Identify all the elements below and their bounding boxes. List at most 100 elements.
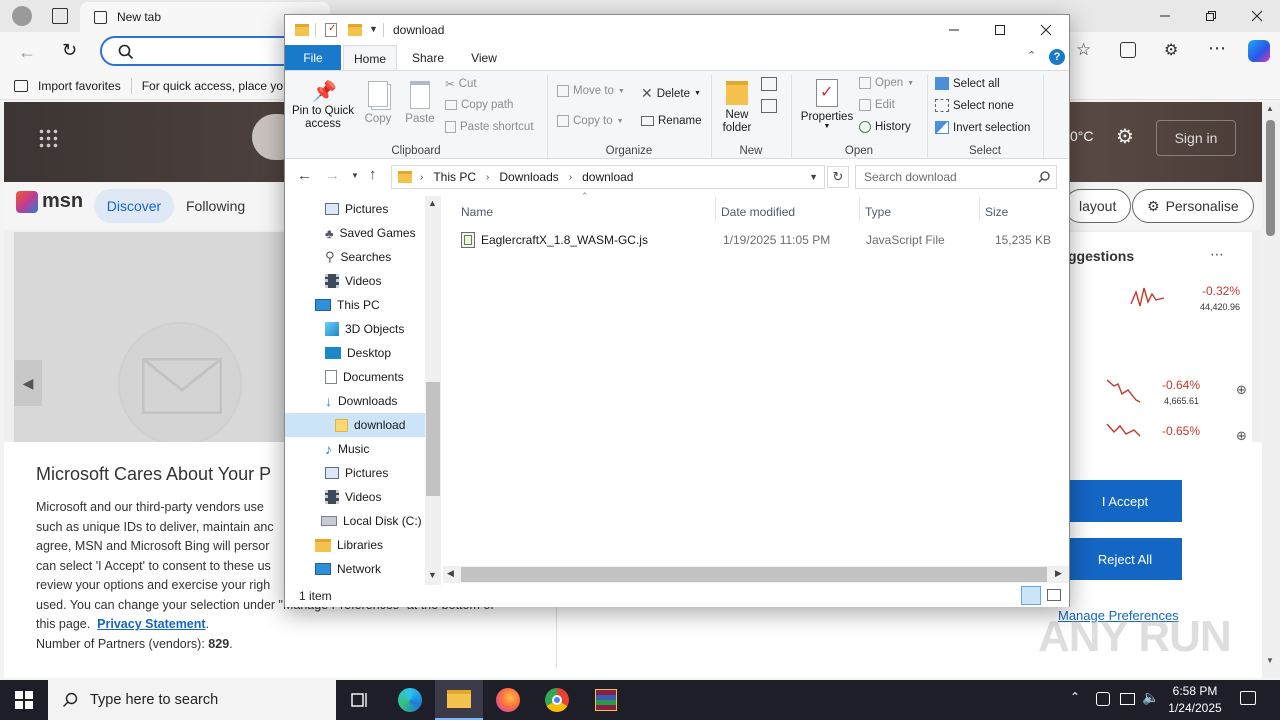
nav-item-videos[interactable]: Videos	[325, 269, 381, 293]
scroll-thumb[interactable]	[426, 382, 440, 496]
reject-all-button[interactable]: Reject All	[1068, 538, 1182, 580]
clock[interactable]: 6:58 PM 1/24/2025	[1162, 683, 1228, 717]
copy-to-button[interactable]: Copy to ▼	[557, 115, 624, 127]
delete-button[interactable]: ✕ Delete ▼	[641, 85, 701, 102]
invert-selection-button[interactable]: Invert selection	[935, 121, 1030, 134]
volume-icon[interactable]: 🔈	[1142, 689, 1159, 706]
new-folder-button[interactable]: New folder	[719, 79, 755, 141]
winrar-taskbar-icon[interactable]	[582, 680, 630, 720]
refresh-icon[interactable]: ↻	[62, 40, 77, 61]
breadcrumb-download[interactable]: download	[582, 170, 633, 184]
tab-share[interactable]: Share	[401, 45, 455, 70]
tab-view[interactable]: View	[457, 45, 511, 70]
refresh-icon[interactable]: ↻	[827, 166, 849, 188]
edit-button[interactable]: Edit	[859, 99, 895, 111]
following-tab[interactable]: Following	[186, 198, 245, 214]
scroll-thumb[interactable]	[461, 567, 1047, 582]
extensions-icon[interactable]: ⚙	[1164, 40, 1178, 60]
maximize-icon[interactable]	[977, 15, 1023, 45]
scroll-up-icon[interactable]: ▲	[1266, 104, 1274, 113]
collapse-ribbon-icon[interactable]: ⌃	[1027, 49, 1036, 62]
recent-locations-icon[interactable]: ▼	[351, 171, 359, 180]
firefox-taskbar-icon[interactable]	[484, 680, 532, 720]
task-view-icon[interactable]	[336, 680, 384, 720]
rename-button[interactable]: Rename	[641, 115, 701, 127]
stock-row[interactable]: -0.32% 44,420.96	[1126, 282, 1246, 318]
column-type[interactable]: Type	[865, 200, 975, 224]
column-name[interactable]: Name	[461, 200, 711, 224]
address-path[interactable]: › This PC › Downloads › download ▼	[391, 165, 825, 189]
properties-button[interactable]: ✓ Properties ▼	[799, 79, 855, 141]
file-explorer-taskbar-icon[interactable]	[435, 680, 483, 720]
favorites-star-icon[interactable]: ☆	[1076, 40, 1091, 60]
nav-item-libraries[interactable]: Libraries	[315, 533, 383, 557]
nav-item-downloads[interactable]: ↓ Downloads	[325, 389, 397, 413]
accept-button[interactable]: I Accept	[1068, 480, 1182, 522]
scroll-left-icon[interactable]: ◀	[447, 568, 454, 579]
scroll-right-icon[interactable]: ▶	[1055, 568, 1062, 579]
settings-icon[interactable]: ⚙	[1116, 124, 1134, 149]
network-tray-icon[interactable]	[1120, 693, 1135, 705]
column-size[interactable]: Size	[985, 200, 1055, 224]
suggestions-more-icon[interactable]: ⋯	[1210, 246, 1224, 263]
nav-item-network[interactable]: Network	[315, 557, 381, 581]
file-list-hscrollbar[interactable]: ◀ ▶	[443, 566, 1069, 583]
sign-in-button[interactable]: Sign in	[1156, 120, 1236, 156]
taskbar-search[interactable]: Type here to search	[48, 680, 336, 720]
column-divider[interactable]	[979, 197, 980, 221]
path-dropdown-icon[interactable]: ▼	[809, 172, 818, 182]
stock-row[interactable]: -0.65% ⊕	[1102, 420, 1252, 443]
minimize-icon[interactable]	[931, 15, 977, 45]
table-row[interactable]: EaglercraftX_1.8_WASM-GC.js 1/19/2025 11…	[457, 229, 1057, 251]
nav-item-desktop[interactable]: Desktop	[325, 341, 391, 365]
column-divider[interactable]	[859, 197, 860, 221]
add-stock-icon[interactable]: ⊕	[1236, 382, 1247, 398]
apps-grid-icon[interactable]	[38, 128, 58, 148]
copy-button[interactable]: Copy	[361, 79, 395, 141]
chrome-taskbar-icon[interactable]	[533, 680, 581, 720]
breadcrumb-this-pc[interactable]: This PC	[433, 170, 476, 184]
tab-file[interactable]: File	[285, 45, 341, 70]
scroll-down-icon[interactable]: ▼	[1266, 656, 1274, 665]
tab-actions-icon[interactable]	[52, 8, 68, 24]
paste-button[interactable]: Paste	[403, 79, 437, 141]
back-icon[interactable]: ←	[297, 167, 312, 184]
qat-dropdown-icon[interactable]: ▼	[369, 24, 378, 34]
breadcrumb-downloads[interactable]: Downloads	[499, 170, 558, 184]
easy-access-icon[interactable]	[761, 99, 777, 113]
paste-shortcut-button[interactable]: Paste shortcut	[445, 121, 534, 133]
cut-button[interactable]: ✂ Cut	[445, 77, 477, 91]
nav-item-documents[interactable]: Documents	[325, 365, 404, 389]
help-icon[interactable]: ?	[1049, 49, 1065, 65]
start-button[interactable]	[0, 680, 48, 720]
minimize-icon[interactable]	[1142, 0, 1188, 32]
collections-icon[interactable]	[1120, 42, 1136, 58]
profile-icon[interactable]	[12, 6, 32, 26]
close-icon[interactable]	[1234, 0, 1280, 32]
navpane-scrollbar[interactable]: ▲ ▼	[425, 196, 441, 585]
scroll-up-icon[interactable]: ▲	[428, 198, 437, 208]
restore-icon[interactable]	[1188, 0, 1234, 32]
stock-row[interactable]: -0.64% 4,665.61 ⊕	[1102, 374, 1252, 410]
nav-item-saved-games[interactable]: ♣ Saved Games	[325, 221, 416, 245]
nav-item-download[interactable]: download	[285, 413, 425, 437]
nav-item-3d-objects[interactable]: 3D Objects	[325, 317, 404, 341]
nav-item-searches[interactable]: ⚲ Searches	[325, 245, 391, 269]
nav-item-videos-2[interactable]: Videos	[325, 485, 381, 509]
move-to-button[interactable]: Move to ▼	[557, 85, 625, 97]
nav-item-music[interactable]: ♪ Music	[325, 437, 369, 461]
notifications-icon[interactable]	[1240, 691, 1256, 705]
details-view-icon[interactable]	[1021, 586, 1041, 605]
column-date-modified[interactable]: Date modified	[721, 200, 857, 224]
close-icon[interactable]	[1023, 15, 1069, 45]
personalise-button[interactable]: ⚙ Personalise	[1132, 189, 1254, 223]
layout-button[interactable]: layout	[1064, 189, 1132, 223]
scroll-down-icon[interactable]: ▼	[428, 570, 437, 580]
select-all-button[interactable]: Select all	[935, 77, 1000, 90]
carousel-prev-icon[interactable]: ◀	[14, 360, 42, 406]
new-item-icon[interactable]	[761, 77, 777, 91]
privacy-statement-link[interactable]: Privacy Statement	[97, 617, 205, 631]
tab-home[interactable]: Home	[343, 45, 397, 71]
select-none-button[interactable]: Select none	[935, 99, 1014, 112]
import-favorites-link[interactable]: Import favorites	[38, 79, 121, 93]
